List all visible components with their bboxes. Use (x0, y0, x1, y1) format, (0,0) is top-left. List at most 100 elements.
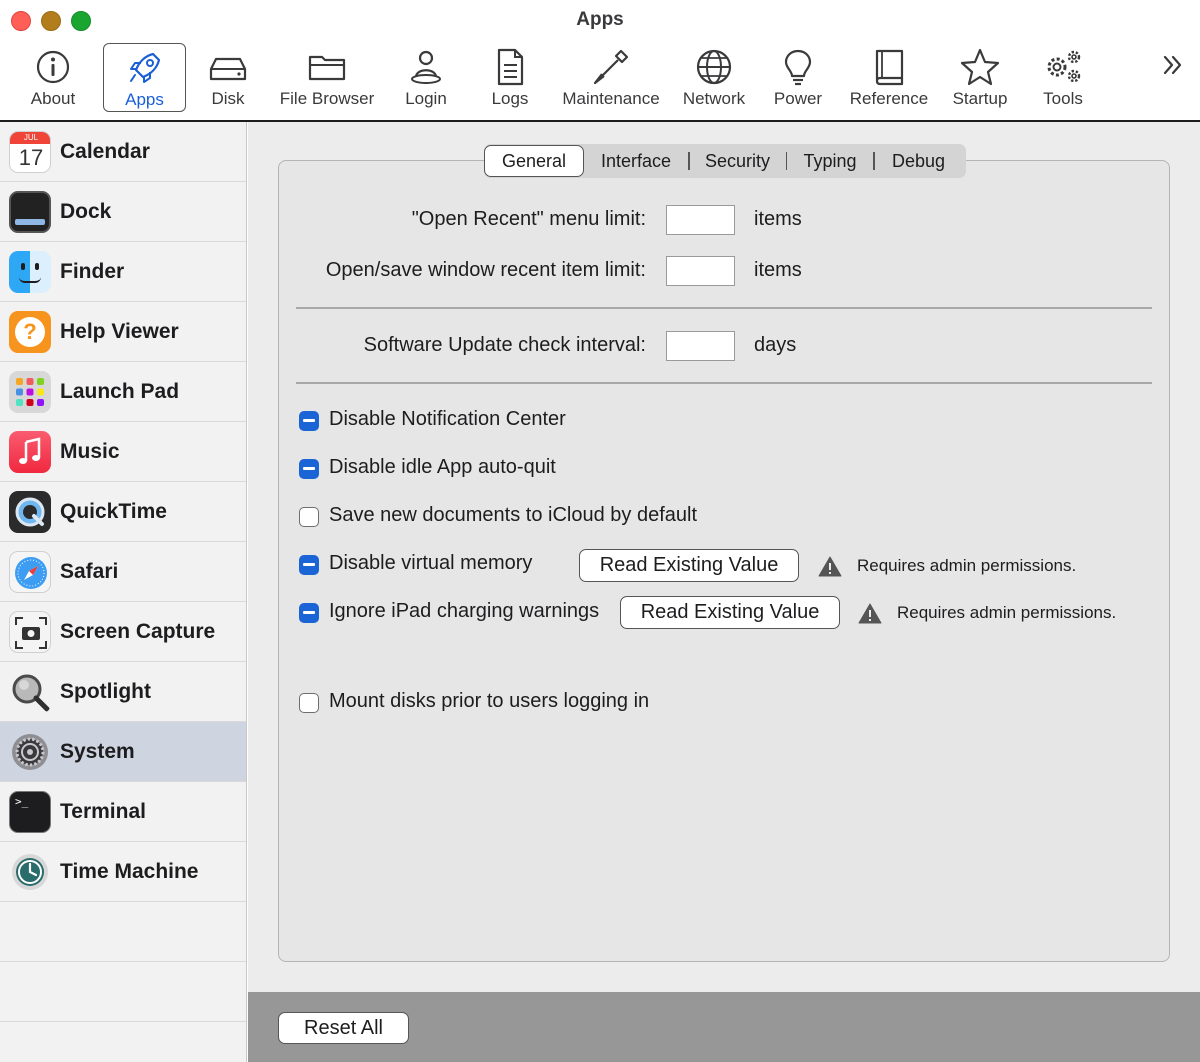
sidebar-item-quicktime[interactable]: QuickTime (0, 482, 246, 542)
open-save-recent-label: Open/save window recent item limit: (325, 259, 646, 281)
software-update-unit: days (754, 334, 797, 356)
info-icon (36, 50, 70, 84)
tab-typing[interactable]: Typing (787, 146, 873, 176)
settings-panel: General Interface Security Typing Debug … (248, 122, 1200, 992)
toolbar-startup-label: Startup (952, 89, 1008, 108)
finder-icon (9, 250, 51, 293)
toolbar-file-browser[interactable]: File Browser (274, 43, 380, 109)
system-settings-icon (9, 731, 51, 773)
toolbar-network-label: Network (682, 89, 746, 108)
tab-security[interactable]: Security (690, 146, 786, 176)
toolbar-startup[interactable]: Startup (946, 43, 1014, 109)
calendar-icon: JUL 17 (9, 130, 51, 173)
toolbar-network[interactable]: Network (678, 43, 750, 109)
ignore-ipad-charging-checkbox[interactable] (299, 603, 319, 623)
sidebar-item-label: Terminal (60, 799, 146, 823)
sidebar-item-label: Launch Pad (60, 379, 180, 403)
open-save-recent-input[interactable] (666, 256, 735, 286)
save-to-icloud-label: Save new documents to iCloud by default (329, 504, 697, 526)
book-icon (875, 49, 904, 86)
disable-idle-auto-quit-checkbox[interactable] (299, 459, 319, 479)
time-machine-icon (9, 851, 51, 893)
toolbar-reference-label: Reference (849, 89, 929, 108)
sidebar-item-music[interactable]: Music (0, 422, 246, 482)
window-title: Apps (576, 9, 624, 30)
calendar-icon-month: JUL (10, 131, 50, 144)
sidebar-item-label: Dock (60, 199, 112, 223)
gears-icon (1047, 50, 1081, 83)
mount-disks-checkbox[interactable] (299, 693, 319, 713)
sidebar-item-time-machine[interactable]: Time Machine (0, 842, 246, 902)
disable-idle-auto-quit-label: Disable idle App auto-quit (329, 456, 556, 478)
sidebar-item-calendar[interactable]: JUL 17 Calendar (0, 122, 246, 182)
chevron-double-right-icon[interactable] (1160, 52, 1186, 78)
globe-icon (696, 49, 732, 85)
sidebar-item-spotlight[interactable]: Spotlight (0, 662, 246, 722)
tab-general[interactable]: General (484, 145, 584, 177)
tab-interface[interactable]: Interface (584, 146, 688, 176)
sidebar-item-terminal[interactable]: >_ Terminal (0, 782, 246, 842)
sidebar-item-label: Music (60, 439, 120, 463)
toolbar-logs-label: Logs (491, 89, 529, 108)
toolbar-file-browser-label: File Browser (279, 89, 375, 108)
open-save-recent-unit: items (754, 259, 802, 281)
help-icon: ? (9, 310, 51, 353)
sidebar-item-label: Safari (60, 559, 119, 583)
section-divider (296, 307, 1152, 309)
terminal-icon-prompt: >_ (15, 794, 29, 808)
toolbar-disk-label: Disk (211, 89, 245, 108)
tab-bar: General Interface Security Typing Debug (484, 144, 966, 178)
sidebar-item-screen-capture[interactable]: Screen Capture (0, 602, 246, 662)
toolbar-disk[interactable]: Disk (200, 43, 256, 109)
tab-debug[interactable]: Debug (875, 146, 963, 176)
sidebar-item-system[interactable]: System (0, 722, 246, 782)
music-icon (9, 430, 51, 473)
warning-icon (818, 556, 842, 577)
folder-icon (308, 55, 346, 81)
read-existing-value-button[interactable]: Read Existing Value (620, 596, 840, 629)
open-recent-input[interactable] (666, 205, 735, 235)
toolbar-power[interactable]: Power (770, 43, 826, 109)
toolbar: About Apps Disk File Browser Login Logs … (0, 40, 1200, 120)
toolbar-apps[interactable]: Apps (103, 43, 186, 112)
user-icon (411, 50, 441, 84)
save-to-icloud-checkbox[interactable] (299, 507, 319, 527)
sidebar-item-label: Time Machine (60, 859, 199, 883)
disable-notification-center-checkbox[interactable] (299, 411, 319, 431)
ignore-ipad-charging-label: Ignore iPad charging warnings (329, 600, 600, 622)
software-update-input[interactable] (666, 331, 735, 361)
disable-notification-center-label: Disable Notification Center (329, 408, 566, 430)
reset-all-button[interactable]: Reset All (278, 1012, 409, 1044)
toolbar-logs[interactable]: Logs (482, 43, 538, 109)
open-recent-label: "Open Recent" menu limit: (411, 208, 646, 230)
mount-disks-label: Mount disks prior to users logging in (329, 690, 650, 712)
sidebar-item-launch-pad[interactable]: Launch Pad (0, 362, 246, 422)
toolbar-login-label: Login (405, 89, 447, 108)
launchpad-icon (9, 370, 51, 413)
star-icon (960, 48, 1000, 86)
lightbulb-icon (784, 49, 812, 86)
disable-virtual-memory-checkbox[interactable] (299, 555, 319, 575)
toolbar-maintenance[interactable]: Maintenance (558, 43, 664, 109)
sidebar: JUL 17 Calendar Dock Finder ? Help Viewe… (0, 122, 247, 1062)
sidebar-item-label: System (60, 739, 135, 763)
toolbar-tools[interactable]: Tools (1034, 43, 1092, 109)
toolbar-reference[interactable]: Reference (844, 43, 934, 109)
document-icon (497, 48, 524, 86)
disable-virtual-memory-label: Disable virtual memory (329, 552, 533, 574)
safari-icon (9, 550, 51, 593)
read-existing-value-button[interactable]: Read Existing Value (579, 549, 799, 582)
admin-permissions-note: Requires admin permissions. (897, 603, 1117, 622)
sidebar-item-help-viewer[interactable]: ? Help Viewer (0, 302, 246, 362)
sidebar-item-dock[interactable]: Dock (0, 182, 246, 242)
toolbar-login[interactable]: Login (398, 43, 454, 109)
sidebar-item-finder[interactable]: Finder (0, 242, 246, 302)
toolbar-about[interactable]: About (22, 43, 84, 109)
sidebar-item-label: Calendar (60, 139, 150, 163)
section-divider (296, 382, 1152, 384)
sidebar-item-safari[interactable]: Safari (0, 542, 246, 602)
magnifier-icon (9, 671, 51, 713)
software-update-label: Software Update check interval: (363, 334, 646, 356)
sidebar-empty-row (0, 962, 246, 1022)
toolbar-about-label: About (30, 89, 76, 108)
